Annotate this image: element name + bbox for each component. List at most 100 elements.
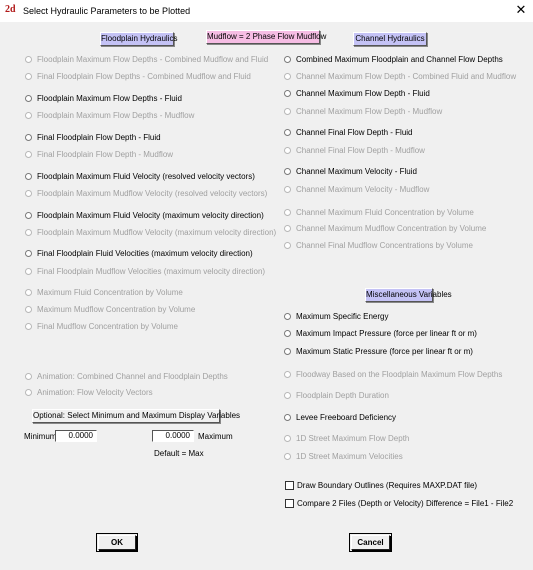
radio-label: Floodplain Maximum Flow Depths - Combine…	[37, 55, 269, 64]
radio-label: Channel Maximum Flow Depth - Combined Fl…	[296, 72, 517, 81]
radio-button[interactable]	[25, 250, 32, 257]
radio-button[interactable]	[25, 173, 32, 180]
radio-label: Animation: Combined Channel and Floodpla…	[37, 372, 228, 381]
radio-label: Channel Maximum Mudflow Concentration by…	[296, 224, 487, 233]
radio-option: Channel Final Flow Depth - Mudflow	[284, 145, 529, 157]
radio-button	[284, 371, 291, 378]
minimum-input[interactable]	[55, 430, 97, 442]
radio-option[interactable]: Floodplain Maximum Fluid Velocity (resol…	[25, 171, 280, 183]
minimum-label: Minimum	[24, 432, 57, 441]
draw-boundary-outlines-checkbox[interactable]: Draw Boundary Outlines (Requires MAXP.DA…	[285, 480, 505, 492]
radio-label: Final Floodplain Flow Depth - Mudflow	[37, 150, 174, 159]
checkbox-box[interactable]	[285, 481, 294, 490]
radio-option[interactable]: Maximum Specific Energy	[284, 311, 529, 323]
radio-button	[25, 229, 32, 236]
maximum-input[interactable]	[152, 430, 194, 442]
radio-button[interactable]	[284, 313, 291, 320]
radio-option: Maximum Fluid Concentration by Volume	[25, 287, 280, 299]
radio-option[interactable]: Floodplain Maximum Flow Depths - Fluid	[25, 93, 280, 105]
radio-button	[284, 435, 291, 442]
radio-option: 1D Street Maximum Flow Depth	[284, 433, 529, 445]
radio-option: Animation: Flow Velocity Vectors	[25, 387, 280, 399]
radio-button	[25, 151, 32, 158]
radio-option[interactable]: Levee Freeboard Deficiency	[284, 412, 529, 424]
default-note: Default = Max	[154, 449, 204, 458]
radio-option[interactable]: Channel Final Flow Depth - Fluid	[284, 127, 529, 139]
close-icon[interactable]: ✕	[512, 2, 530, 18]
radio-label: Maximum Specific Energy	[296, 312, 389, 321]
radio-label: Final Mudflow Concentration by Volume	[37, 322, 178, 331]
radio-option[interactable]: Final Floodplain Flow Depth - Fluid	[25, 132, 280, 144]
radio-option: Final Floodplain Flow Depth - Mudflow	[25, 149, 280, 161]
radio-option: Maximum Mudflow Concentration by Volume	[25, 304, 280, 316]
radio-option: Animation: Combined Channel and Floodpla…	[25, 371, 280, 383]
radio-button[interactable]	[284, 330, 291, 337]
radio-button	[25, 268, 32, 275]
radio-button	[284, 147, 291, 154]
radio-button	[25, 306, 32, 313]
radio-button[interactable]	[284, 56, 291, 63]
window-title: Select Hydraulic Parameters to be Plotte…	[23, 6, 191, 16]
radio-button[interactable]	[284, 348, 291, 355]
ok-button-frame: OK	[96, 533, 138, 552]
radio-button	[25, 373, 32, 380]
radio-button[interactable]	[284, 168, 291, 175]
miscellaneous-header: Miscellaneous Variables	[365, 288, 452, 302]
radio-label: Channel Final Flow Depth - Fluid	[296, 128, 413, 137]
cancel-button[interactable]: Cancel	[351, 535, 390, 550]
radio-label: Animation: Flow Velocity Vectors	[37, 388, 153, 397]
radio-option: Floodplain Depth Duration	[284, 390, 529, 402]
optional-display-box: Optional: Select Minimum and Maximum Dis…	[32, 409, 240, 423]
radio-option[interactable]: Maximum Static Pressure (force per linea…	[284, 346, 529, 358]
compare-files-checkbox[interactable]: Compare 2 Files (Depth or Velocity) Diff…	[285, 498, 520, 510]
radio-label: Channel Maximum Velocity - Fluid	[296, 167, 417, 176]
cancel-button-frame: Cancel	[349, 533, 392, 552]
radio-button	[25, 389, 32, 396]
checkbox-box[interactable]	[285, 499, 294, 508]
radio-button	[284, 392, 291, 399]
radio-button[interactable]	[284, 129, 291, 136]
radio-button[interactable]	[25, 134, 32, 141]
ok-button[interactable]: OK	[98, 535, 136, 550]
radio-label: 1D Street Maximum Flow Depth	[296, 434, 410, 443]
radio-option: Channel Final Mudflow Concentrations by …	[284, 240, 529, 252]
radio-option: Channel Maximum Velocity - Mudflow	[284, 184, 529, 196]
radio-button[interactable]	[25, 212, 32, 219]
radio-button	[25, 323, 32, 330]
radio-button[interactable]	[284, 414, 291, 421]
radio-option: Final Floodplain Mudflow Velocities (max…	[25, 266, 280, 278]
radio-option: 1D Street Maximum Velocities	[284, 451, 529, 463]
checkbox-label: Compare 2 Files (Depth or Velocity) Diff…	[297, 499, 514, 508]
radio-button	[25, 73, 32, 80]
radio-label: Floodplain Maximum Flow Depths - Mudflow	[37, 111, 195, 120]
radio-option: Channel Maximum Flow Depth - Combined Fl…	[284, 71, 529, 83]
radio-label: Channel Final Flow Depth - Mudflow	[296, 146, 425, 155]
radio-label: Levee Freeboard Deficiency	[296, 413, 397, 422]
radio-label: 1D Street Maximum Velocities	[296, 452, 403, 461]
radio-option[interactable]: Combined Maximum Floodplain and Channel …	[284, 54, 529, 66]
radio-label: Floodplain Depth Duration	[296, 391, 389, 400]
radio-option[interactable]: Floodplain Maximum Fluid Velocity (maxim…	[25, 210, 280, 222]
radio-button	[284, 453, 291, 460]
radio-option[interactable]: Channel Maximum Velocity - Fluid	[284, 166, 529, 178]
radio-label: Channel Maximum Flow Depth - Fluid	[296, 89, 430, 98]
mudflow-header: Mudflow = 2 Phase Flow Mudflow	[206, 30, 326, 44]
maximum-label: Maximum	[198, 432, 233, 441]
radio-option[interactable]: Channel Maximum Flow Depth - Fluid	[284, 88, 529, 100]
radio-button	[25, 112, 32, 119]
radio-label: Final Floodplain Flow Depths - Combined …	[37, 72, 251, 81]
app-icon: 2d	[5, 4, 16, 15]
radio-label: Floodway Based on the Floodplain Maximum…	[296, 370, 503, 379]
radio-button	[284, 242, 291, 249]
radio-option: Floodplain Maximum Mudflow Velocity (res…	[25, 188, 280, 200]
radio-label: Channel Maximum Fluid Concentration by V…	[296, 208, 474, 217]
radio-label: Maximum Static Pressure (force per linea…	[296, 347, 473, 356]
radio-option[interactable]: Final Floodplain Fluid Velocities (maxim…	[25, 248, 280, 260]
radio-button	[25, 190, 32, 197]
radio-option[interactable]: Maximum Impact Pressure (force per linea…	[284, 328, 529, 340]
radio-button	[25, 289, 32, 296]
radio-label: Floodplain Maximum Mudflow Velocity (res…	[37, 189, 268, 198]
radio-button	[284, 186, 291, 193]
radio-button[interactable]	[25, 95, 32, 102]
radio-button[interactable]	[284, 90, 291, 97]
